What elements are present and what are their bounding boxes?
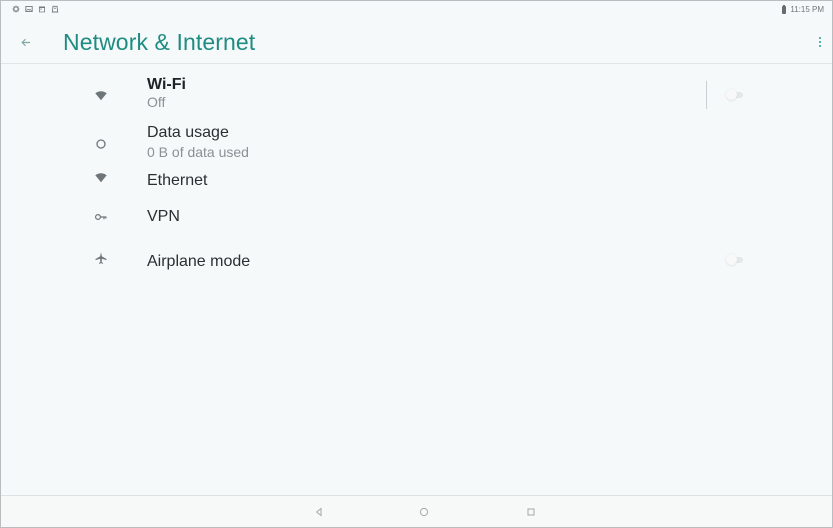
wifi-summary: Off (147, 94, 166, 110)
page-title: Network & Internet (63, 29, 256, 55)
wifi-setting-row[interactable]: Wi-Fi Off (1, 72, 832, 118)
data-usage-icon (94, 137, 108, 151)
status-bar: 11:15 PM (1, 1, 832, 21)
airplane-mode-toggle-thumb (726, 254, 737, 265)
android-settings-screen: 11:15 PM Network & Internet Wi-Fi Off Da… (0, 0, 833, 528)
airplane-mode-title: Airplane mode (147, 253, 251, 270)
wifi-icon (94, 89, 108, 103)
recent-apps-icon[interactable] (523, 504, 539, 520)
airplane-mode-setting-row[interactable]: Airplane mode (1, 248, 832, 278)
ethernet-setting-row[interactable]: Ethernet (1, 167, 832, 197)
navigation-bar (1, 495, 832, 527)
arrow-left-icon[interactable] (18, 35, 32, 49)
photo-icon (25, 5, 33, 13)
data-usage-summary: 0 B of data used (147, 144, 249, 160)
more-vertical-icon[interactable] (812, 33, 828, 51)
status-icons (12, 5, 59, 13)
status-right: 11:15 PM (782, 4, 824, 14)
ethernet-title: Ethernet (147, 172, 208, 189)
wifi-toggle-thumb (726, 89, 737, 100)
vpn-setting-row[interactable]: VPN (1, 204, 832, 234)
wifi-toggle[interactable] (726, 89, 745, 101)
status-time: 11:15 PM (790, 5, 824, 14)
settings-status-icon (12, 5, 20, 13)
airplane-icon (94, 251, 108, 265)
app-bar: Network & Internet (1, 21, 832, 64)
data-usage-setting-row[interactable]: Data usage 0 B of data used (1, 122, 832, 166)
wifi-title: Wi-Fi (147, 76, 186, 93)
battery-icon (782, 4, 787, 14)
calendar-icon (38, 5, 46, 13)
ethernet-icon (94, 171, 108, 185)
wifi-divider (706, 81, 707, 109)
vpn-key-icon (94, 210, 108, 224)
home-nav-icon[interactable] (416, 504, 432, 520)
storage-icon (51, 5, 59, 13)
back-nav-icon[interactable] (311, 504, 327, 520)
vpn-title: VPN (147, 208, 180, 225)
airplane-mode-toggle[interactable] (726, 254, 745, 266)
data-usage-title: Data usage (147, 124, 229, 141)
settings-list: Wi-Fi Off Data usage 0 B of data used Et… (1, 64, 832, 494)
